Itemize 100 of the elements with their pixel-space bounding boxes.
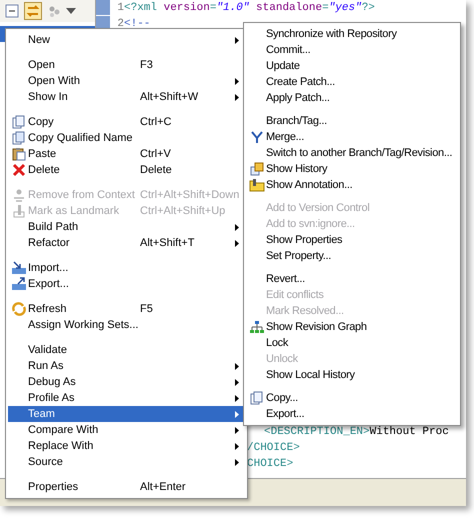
copy-icon xyxy=(12,131,26,145)
menu-item[interactable]: Lock xyxy=(246,335,458,351)
shortcut-label: Delete xyxy=(140,163,173,178)
copy-icon xyxy=(12,115,26,129)
menu-item-label: Delete xyxy=(28,163,61,178)
menu-item[interactable]: Synchronize with Repository xyxy=(246,26,458,42)
menu-item[interactable]: Show Properties xyxy=(246,232,458,248)
menu-item[interactable]: Open With xyxy=(8,73,245,89)
submenu-arrow-icon xyxy=(235,442,239,450)
collapse-icon[interactable] xyxy=(5,4,19,18)
menu-item-label: Show In xyxy=(28,90,69,105)
figure-icon xyxy=(12,188,26,202)
menu-item-label: New xyxy=(28,33,52,48)
menu-item[interactable]: Show Revision Graph xyxy=(246,319,458,335)
submenu-arrow-icon xyxy=(235,410,239,418)
menu-item[interactable]: Assign Working Sets... xyxy=(8,317,245,333)
history-icon xyxy=(250,162,264,176)
line-number: 2 xyxy=(116,17,124,32)
menu-item-label: Open With xyxy=(28,74,81,89)
menu-item[interactable]: Show History xyxy=(246,161,458,177)
menu-item-label: Mark as Landmark xyxy=(28,204,120,219)
menu-item-label: Profile As xyxy=(28,391,76,406)
menu-item-label: Lock xyxy=(266,336,288,351)
menu-item-label: Show Annotation... xyxy=(266,178,352,193)
menu-item[interactable]: Copy... xyxy=(246,390,458,406)
menu-item-label: Debug As xyxy=(28,375,77,390)
menu-item[interactable]: Properties Alt+Enter xyxy=(8,479,245,495)
menu-item-label: Show Properties xyxy=(266,233,342,248)
menu-item[interactable]: Create Patch... xyxy=(246,74,458,90)
close-icon xyxy=(12,163,26,177)
menu-item[interactable]: Copy Qualified Name xyxy=(8,130,245,146)
menu-item-label: Edit conflicts xyxy=(266,288,324,303)
menu-item[interactable]: Run As xyxy=(8,358,245,374)
code-line: CHOICE> xyxy=(247,457,294,472)
menu-item-label: Source xyxy=(28,455,64,470)
menu-item-label: Replace With xyxy=(28,439,94,454)
dropdown-icon[interactable] xyxy=(66,8,76,14)
export-icon xyxy=(10,277,26,291)
menu-item-label: Export... xyxy=(266,407,304,422)
submenu-arrow-icon xyxy=(235,36,239,44)
menu-item-label: Validate xyxy=(28,343,68,358)
menu-item-label: Assign Working Sets... xyxy=(28,318,140,333)
menu-item-label: Commit... xyxy=(266,43,310,58)
menu-item[interactable]: Switch to another Branch/Tag/Revision... xyxy=(246,145,458,161)
shortcut-label: Alt+Enter xyxy=(140,480,187,495)
menu-item-label: Import... xyxy=(28,261,70,276)
menu-item[interactable]: Validate xyxy=(8,342,245,358)
menu-item[interactable]: Show Annotation... xyxy=(246,177,458,193)
menu-item[interactable]: Paste Ctrl+V xyxy=(8,146,245,162)
menu-item[interactable]: Delete Delete xyxy=(8,162,245,178)
menu-item-label: Compare With xyxy=(28,423,100,438)
menu-item[interactable]: Revert... xyxy=(246,271,458,287)
menu-item[interactable]: Source xyxy=(8,454,245,470)
menu-item[interactable]: Import... xyxy=(8,260,245,276)
menu-item-label: Export... xyxy=(28,277,70,292)
copy-icon xyxy=(250,391,264,405)
menu-item[interactable]: Commit... xyxy=(246,42,458,58)
menu-item[interactable]: Replace With xyxy=(8,438,245,454)
code-line: <?xml version="1.0" standalone="yes"?> xyxy=(124,1,375,16)
menu-item[interactable]: Apply Patch... xyxy=(246,90,458,106)
menu-item[interactable]: Team xyxy=(8,406,245,422)
menu-item[interactable]: Export... xyxy=(246,406,458,422)
menu-item[interactable]: New xyxy=(8,32,245,48)
menu-item-label: Build Path xyxy=(28,220,80,235)
menu-item-label: Refresh xyxy=(28,302,68,317)
menu-item[interactable]: Compare With xyxy=(8,422,245,438)
code-line: /CHOICE> xyxy=(247,441,300,456)
menu-item[interactable]: Update xyxy=(246,58,458,74)
shortcut-label: F3 xyxy=(140,58,154,73)
merge-icon xyxy=(250,130,264,144)
menu-item[interactable]: Copy Ctrl+C xyxy=(8,114,245,130)
menu-item-label: Team xyxy=(28,407,56,422)
menu-item[interactable]: Show Local History xyxy=(246,367,458,383)
menu-item-label: Copy Qualified Name xyxy=(28,131,134,146)
menu-item-label: Show Revision Graph xyxy=(266,320,367,335)
menu-item-label: Remove from Context xyxy=(28,188,136,203)
submenu-arrow-icon xyxy=(235,394,239,402)
submenu-arrow-icon xyxy=(235,426,239,434)
menu-item-label: Branch/Tag... xyxy=(266,114,327,129)
code-line: <DESCRIPTION_EN>Without Proc xyxy=(264,425,449,440)
menu-item[interactable]: Build Path xyxy=(8,219,245,235)
menu-item-label: Set Property... xyxy=(266,249,331,264)
menu-item[interactable]: Profile As xyxy=(8,390,245,406)
menu-item-label: Apply Patch... xyxy=(266,91,330,106)
menu-item-label: Paste xyxy=(28,147,58,162)
menu-item[interactable]: Branch/Tag... xyxy=(246,113,458,129)
menu-item[interactable]: Open F3 xyxy=(8,57,245,73)
menu-item[interactable]: Set Property... xyxy=(246,248,458,264)
menu-item-label: Refactor xyxy=(28,236,71,251)
menu-item[interactable]: Export... xyxy=(8,276,245,292)
menu-item-label: Add to svn:ignore... xyxy=(266,217,355,232)
menu-item-label: Revert... xyxy=(266,272,305,287)
menu-item[interactable]: Debug As xyxy=(8,374,245,390)
link-icon[interactable] xyxy=(24,2,42,20)
menu-item[interactable]: Refactor Alt+Shift+T xyxy=(8,235,245,251)
menu-item-label: Run As xyxy=(28,359,64,374)
menu-item[interactable]: Merge... xyxy=(246,129,458,145)
menu-item[interactable]: Refresh F5 xyxy=(8,301,245,317)
submenu-arrow-icon xyxy=(235,224,239,230)
menu-item[interactable]: Show In Alt+Shift+W xyxy=(8,89,245,105)
